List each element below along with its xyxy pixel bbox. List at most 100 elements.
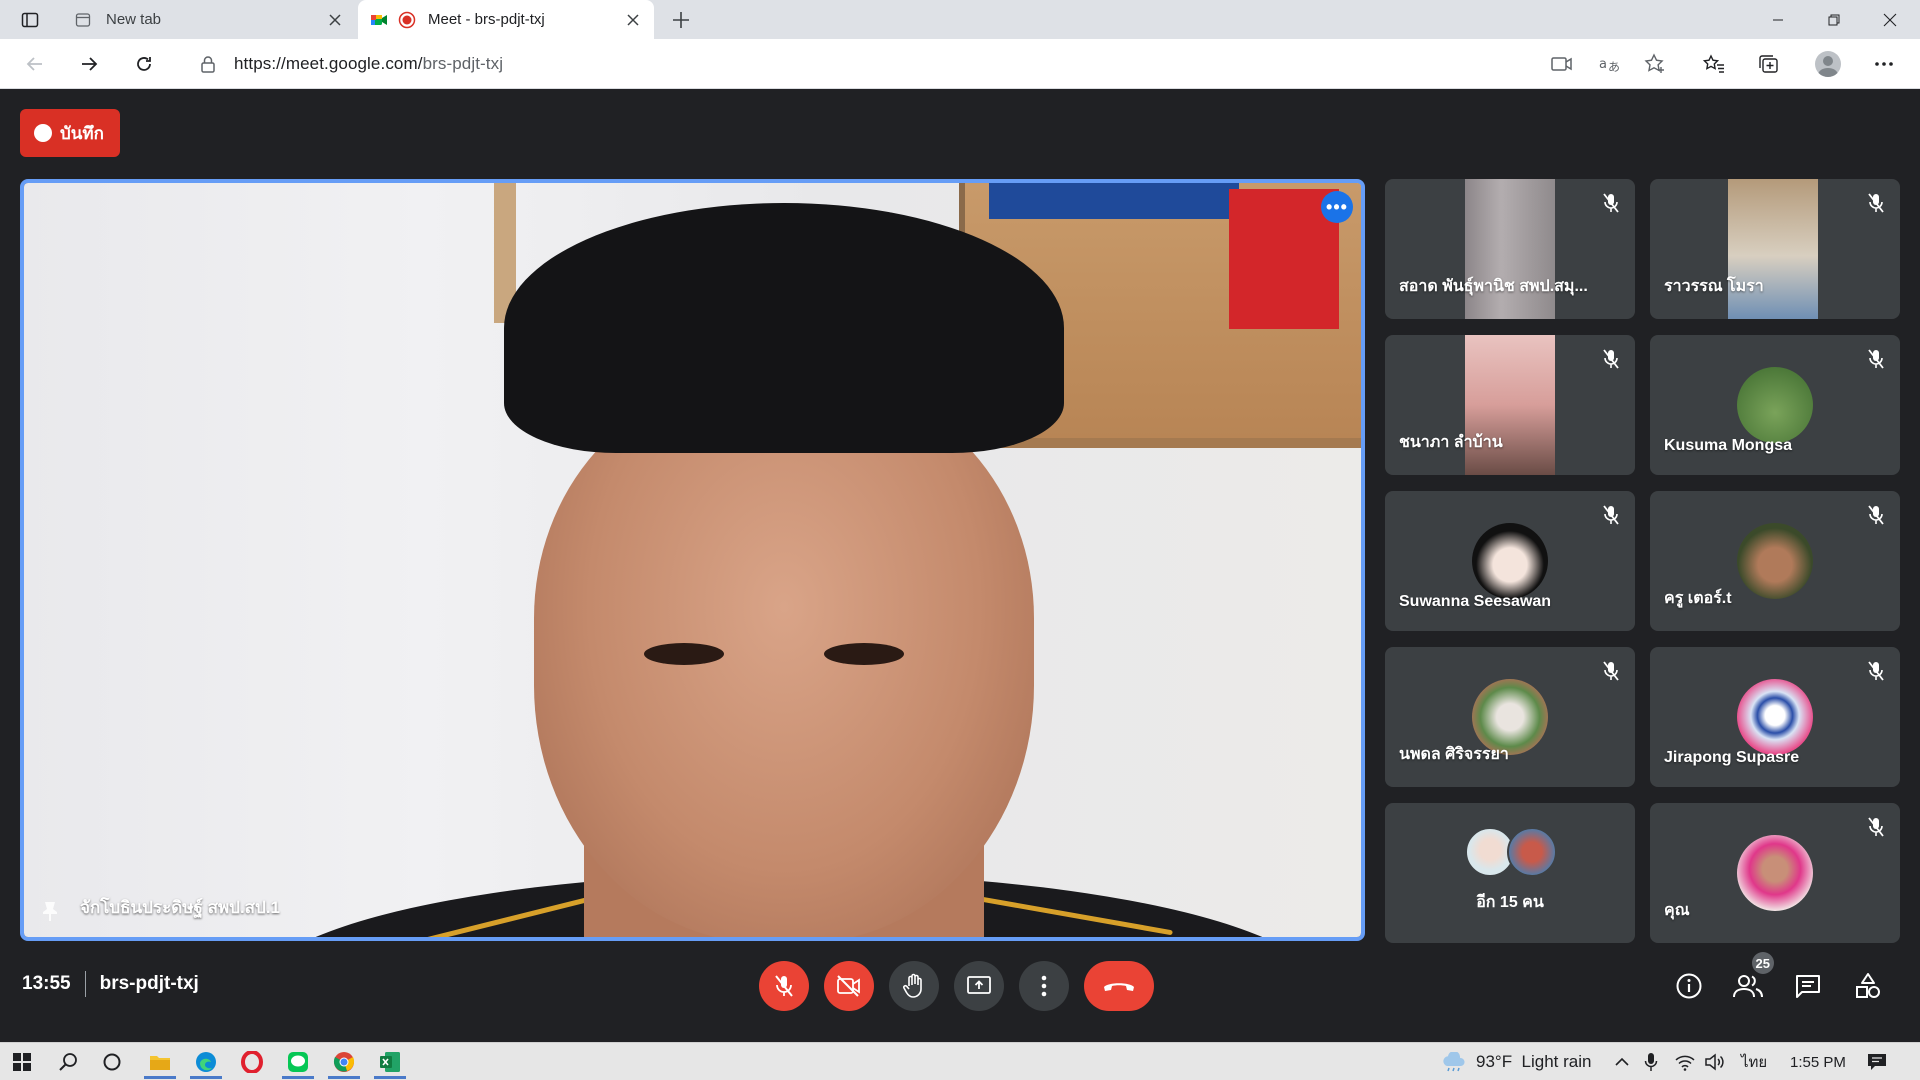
meeting-details-button[interactable]: [1669, 966, 1709, 1006]
meet-content: บันทึก ••• จักโบธินประดิษฐ์ สพป.สป.1 สอา…: [0, 89, 1920, 1042]
self-tile[interactable]: คุณ: [1650, 803, 1900, 943]
recording-label: บันทึก: [60, 123, 104, 143]
tab-actions-icon[interactable]: [16, 7, 44, 33]
info-icon: [1676, 973, 1702, 999]
present-screen-button[interactable]: [954, 961, 1004, 1011]
line-app[interactable]: [276, 1045, 320, 1079]
chat-button[interactable]: [1788, 966, 1828, 1006]
lock-icon[interactable]: [198, 54, 218, 74]
forward-button[interactable]: [72, 47, 106, 81]
close-icon: [1883, 13, 1897, 26]
mic-off-icon: [1599, 347, 1623, 371]
opera-app[interactable]: [230, 1045, 274, 1079]
camera-in-use-icon[interactable]: [1545, 47, 1579, 81]
file-explorer-app[interactable]: [138, 1045, 182, 1079]
mic-off-icon: [1599, 659, 1623, 683]
leave-call-button[interactable]: [1084, 961, 1154, 1011]
activities-button[interactable]: [1848, 966, 1888, 1006]
volume-tray-icon[interactable]: [1705, 1043, 1725, 1080]
arrow-left-icon: [26, 57, 42, 71]
meeting-controls-bar: 13:55 brs-pdjt-txj 25: [0, 939, 1920, 1042]
input-language-indicator[interactable]: ไทย: [1741, 1043, 1767, 1080]
recording-indicator-icon: [398, 11, 416, 29]
weather-text: 93°F Light rain: [1476, 1052, 1592, 1071]
folder-icon: [150, 1056, 170, 1070]
action-center-button[interactable]: [1867, 1043, 1887, 1080]
excel-icon: [380, 1052, 400, 1072]
microphone-tray-icon[interactable]: [1644, 1043, 1658, 1080]
add-favorite-icon[interactable]: [1638, 47, 1672, 81]
weather-widget[interactable]: 93°F Light rain: [1440, 1043, 1591, 1080]
group-avatar: [1507, 827, 1557, 877]
mic-off-icon: [1864, 503, 1888, 527]
settings-more-icon[interactable]: [1867, 47, 1901, 81]
search-button[interactable]: [46, 1045, 90, 1079]
participant-avatar-group: [1465, 827, 1565, 879]
minimize-button[interactable]: [1750, 0, 1806, 39]
raise-hand-button[interactable]: [889, 961, 939, 1011]
translate-icon[interactable]: aあ: [1592, 47, 1626, 81]
profile-avatar[interactable]: [1811, 47, 1845, 81]
new-tab-icon: [74, 11, 92, 29]
wifi-icon: [1675, 1055, 1695, 1071]
address-bar[interactable]: https://meet.google.com/brs-pdjt-txj: [180, 46, 1572, 82]
new-tab-button[interactable]: [666, 5, 696, 35]
taskbar-clock[interactable]: 1:55 PM: [1790, 1043, 1846, 1080]
participant-tile[interactable]: Suwanna Seesawan: [1385, 491, 1635, 631]
speaker-eye: [644, 643, 724, 665]
chat-icon: [1796, 975, 1820, 998]
plus-icon: [673, 12, 689, 28]
microphone-toggle-button[interactable]: [759, 961, 809, 1011]
participants-button[interactable]: 25: [1728, 952, 1774, 1006]
mic-off-icon: [1864, 659, 1888, 683]
speaker-hair: [504, 203, 1064, 453]
speaker-eye: [824, 643, 904, 665]
participant-tile[interactable]: ราวรรณ โมรา: [1650, 179, 1900, 319]
favorites-icon[interactable]: [1697, 47, 1731, 81]
record-dot-icon: [34, 124, 52, 142]
tab-meet[interactable]: Meet - brs-pdjt-txj: [358, 0, 654, 39]
show-hidden-icons-button[interactable]: [1614, 1043, 1630, 1080]
mic-off-icon: [1599, 191, 1623, 215]
participant-name: Kusuma Mongsa: [1664, 437, 1793, 454]
arrow-right-icon: [82, 57, 98, 71]
mic-off-icon: [1599, 503, 1623, 527]
participant-tile[interactable]: นพดล ศิริจรรยา: [1385, 647, 1635, 787]
task-view-button[interactable]: [90, 1045, 134, 1079]
more-participants-tile[interactable]: อีก 15 คน: [1385, 803, 1635, 943]
participant-name: คุณ: [1664, 902, 1690, 919]
participant-tile[interactable]: ชนาภา ลำบ้าน: [1385, 335, 1635, 475]
close-window-button[interactable]: [1862, 0, 1918, 39]
search-icon: [59, 1053, 77, 1071]
more-options-button[interactable]: [1019, 961, 1069, 1011]
participant-tile[interactable]: Jirapong Supasre: [1650, 647, 1900, 787]
maximize-button[interactable]: [1806, 0, 1862, 39]
main-speaker-name: จักโบธินประดิษฐ์ สพป.สป.1: [80, 898, 281, 917]
participant-tile[interactable]: Kusuma Mongsa: [1650, 335, 1900, 475]
hand-icon: [903, 973, 922, 998]
camera-toggle-button[interactable]: [824, 961, 874, 1011]
clock-time: 1:55 PM: [1790, 1053, 1846, 1071]
collections-icon[interactable]: [1752, 47, 1786, 81]
network-tray-icon[interactable]: [1675, 1043, 1695, 1080]
chrome-app[interactable]: [322, 1045, 366, 1079]
mic-off-icon: [775, 975, 793, 997]
participant-tile[interactable]: สอาด พันธุ์พานิช สพป.สมุ...: [1385, 179, 1635, 319]
close-tab-icon[interactable]: [326, 11, 344, 29]
excel-app[interactable]: [368, 1045, 412, 1079]
present-icon: [967, 976, 991, 994]
edge-app[interactable]: [184, 1045, 228, 1079]
back-button[interactable]: [18, 47, 52, 81]
participant-name: Jirapong Supasre: [1664, 749, 1800, 766]
participant-tile[interactable]: ครู เตอร์.t: [1650, 491, 1900, 631]
close-tab-icon[interactable]: [624, 11, 642, 29]
participant-name: สอาด พันธุ์พานิช สพป.สมุ...: [1399, 278, 1588, 295]
mic-off-icon: [1864, 815, 1888, 839]
tab-new-tab[interactable]: New tab: [62, 0, 356, 39]
reload-button[interactable]: [127, 47, 161, 81]
recording-button[interactable]: บันทึก: [20, 109, 120, 157]
hang-up-icon: [1104, 983, 1134, 991]
main-video-more-options-button[interactable]: •••: [1321, 191, 1353, 223]
start-button[interactable]: [0, 1045, 44, 1079]
main-speaker-video[interactable]: ••• จักโบธินประดิษฐ์ สพป.สป.1: [20, 179, 1365, 941]
